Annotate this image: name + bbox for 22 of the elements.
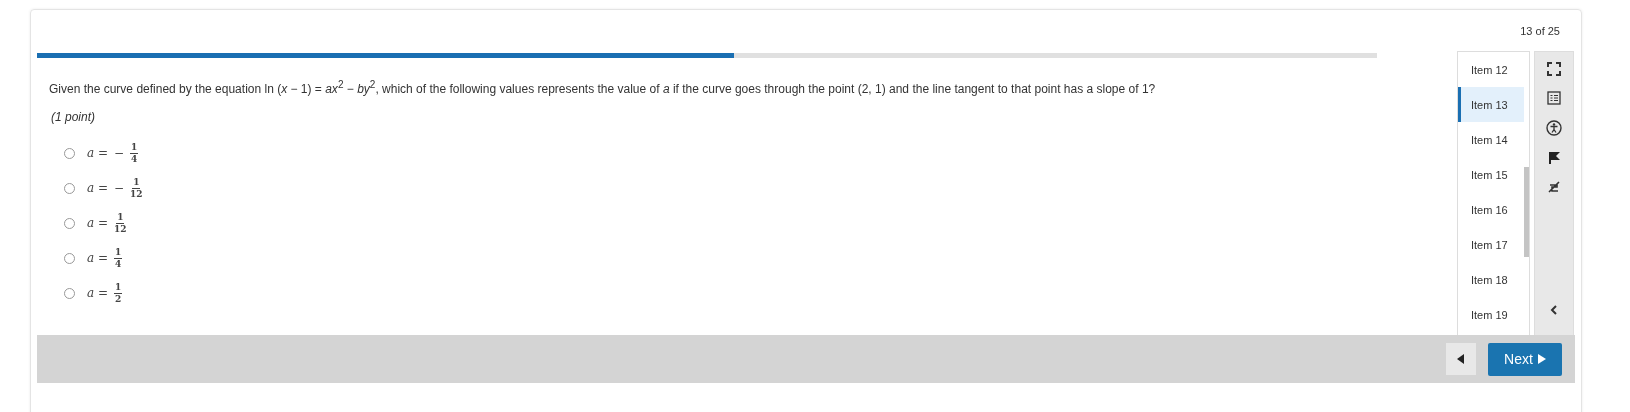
- item-link[interactable]: Item 16: [1458, 192, 1524, 227]
- strikethrough-icon[interactable]: [1547, 180, 1561, 194]
- collapse-icon[interactable]: [1549, 305, 1559, 315]
- item-link[interactable]: Item 19: [1458, 297, 1524, 332]
- item-link[interactable]: Item 17: [1458, 227, 1524, 262]
- next-button[interactable]: Next: [1488, 342, 1562, 376]
- right-triangle-icon: [1537, 354, 1546, 364]
- item-link[interactable]: Item 13: [1458, 87, 1524, 122]
- scrollbar-thumb[interactable]: [1524, 167, 1529, 257]
- item-counter: 13 of 25: [1520, 25, 1560, 37]
- item-link[interactable]: Item 12: [1458, 52, 1524, 87]
- fullscreen-icon[interactable]: [1547, 62, 1561, 76]
- point-value: (1 point): [51, 110, 97, 124]
- accessibility-icon[interactable]: [1546, 120, 1562, 136]
- question-text: Given the curve defined by the equation ln (x − 1) = ax$^{2}$ − by$^{2}$, which of the following values represents the value of a if the curve goes through the point (2, 1) and the line tangent to that point has a slope of 1?: [49, 78, 1157, 97]
- item-link[interactable]: Item 15: [1458, 157, 1524, 192]
- list-icon[interactable]: [1547, 91, 1561, 105]
- item-link[interactable]: Item 14: [1458, 122, 1524, 157]
- flag-icon[interactable]: [1547, 151, 1561, 165]
- left-triangle-icon: [1457, 354, 1465, 364]
- previous-button[interactable]: [1446, 343, 1476, 375]
- item-link[interactable]: Item 18: [1458, 262, 1524, 297]
